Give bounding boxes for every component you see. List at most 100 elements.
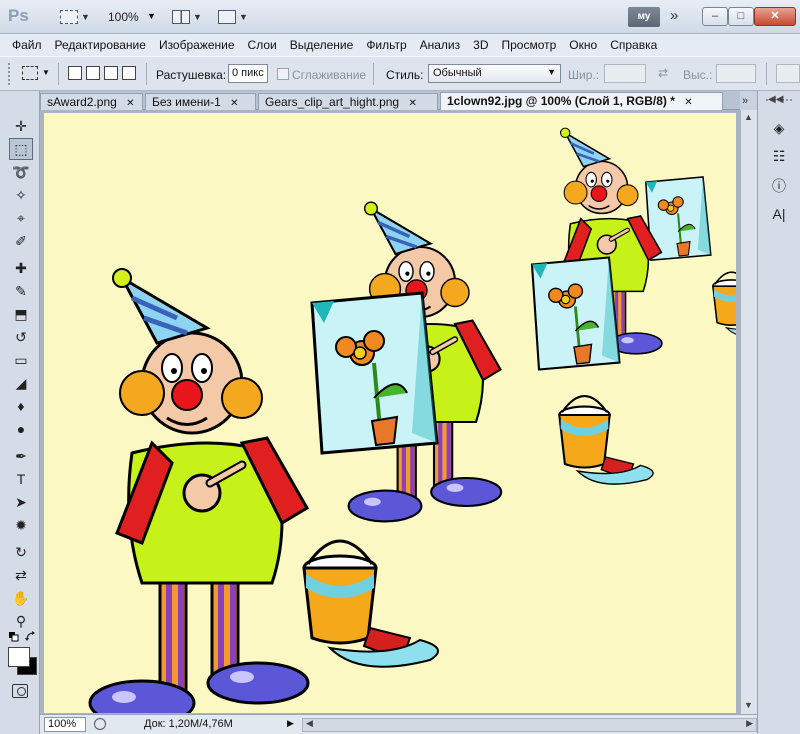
menu-view[interactable]: Просмотр (501, 38, 563, 52)
more-workspaces-chevron-icon[interactable]: » (670, 7, 679, 24)
tab-label: Без имени-1 (152, 95, 221, 109)
tool-brush[interactable]: ✎ (9, 280, 33, 302)
divider (58, 63, 59, 85)
paint-bucket-tool-icon: ◢ (15, 374, 27, 391)
divider (146, 63, 147, 85)
menu-3d[interactable]: 3D (473, 38, 495, 52)
tab-gears-clip-art[interactable]: Gears_clip_art_hight.png ✕ (258, 93, 438, 110)
clone-stamp-tool-icon: ⬒ (14, 305, 28, 322)
tab-untitled-1[interactable]: Без имени-1 ✕ (145, 93, 256, 110)
menu-select[interactable]: Выделение (290, 38, 361, 52)
tab-saward2[interactable]: sAward2.png ✕ (40, 93, 143, 110)
channels-panel-button[interactable]: ☷ (768, 145, 790, 167)
eraser-tool-icon: ▭ (14, 351, 28, 368)
tool-blur[interactable]: ♦ (9, 395, 33, 417)
tool-lasso[interactable]: ➰ (9, 161, 33, 183)
tool-healing-brush[interactable]: ✚ (9, 257, 33, 279)
tool-dodge[interactable]: ● (9, 418, 33, 440)
brush-tool-icon: ✎ (15, 282, 27, 299)
tab-1clown92[interactable]: 1clown92.jpg @ 100% (Слой 1, RGB/8) * ✕ (440, 92, 723, 110)
tool-3d-orbit[interactable]: ⇄ (9, 564, 33, 586)
close-button[interactable]: ✕ (754, 7, 796, 26)
character-panel-button[interactable]: A| (768, 203, 790, 225)
width-input[interactable] (604, 64, 646, 83)
menu-analysis[interactable]: Анализ (420, 38, 468, 52)
history-brush-tool-icon: ↺ (15, 328, 27, 345)
height-input[interactable] (716, 64, 756, 83)
zoom-level-select[interactable]: 100% (108, 10, 139, 24)
chevron-down-icon: ▼ (42, 68, 50, 77)
tool-pen[interactable]: ✒ (9, 445, 33, 467)
add-to-selection-icon[interactable] (86, 66, 100, 80)
ps-logo: Ps (8, 6, 29, 25)
refine-edge-button[interactable] (776, 64, 800, 83)
menu-image[interactable]: Изображение (159, 38, 242, 52)
tool-rect-marquee[interactable]: ⬚ (9, 138, 33, 160)
tool-eyedropper[interactable]: ✐ (9, 230, 33, 252)
menu-help[interactable]: Справка (610, 38, 664, 52)
screen-mode-button[interactable]: ▼ (218, 7, 248, 27)
style-select[interactable]: Обычный ▼ (428, 64, 561, 83)
tool-custom-shape[interactable]: ✹ (9, 514, 33, 536)
chevron-down-icon: ▼ (81, 12, 90, 22)
arrange-documents-button[interactable]: ▼ (172, 7, 202, 27)
menu-filter[interactable]: Фильтр (366, 38, 413, 52)
scroll-right-icon[interactable]: ▶ (746, 718, 753, 729)
style-select-value: Обычный (433, 67, 482, 79)
tool-preset-icon[interactable] (22, 66, 38, 80)
document-canvas[interactable] (44, 113, 736, 713)
tool-path-selection[interactable]: ➤ (9, 491, 33, 513)
launch-bridge-button[interactable]: ▼ (60, 7, 90, 27)
workspace-button[interactable]: му (628, 7, 660, 27)
subtract-from-selection-icon[interactable] (104, 66, 118, 80)
status-bar: 100% Док: 1,20M/4,76M ▶ ◀ ▶ (40, 714, 757, 734)
collapse-panels-icon[interactable]: ◀◀ (768, 94, 783, 105)
tool-history-brush[interactable]: ↺ (9, 326, 33, 348)
vertical-scrollbar[interactable]: ▲ ▼ (740, 110, 757, 714)
tool-type[interactable]: T (9, 468, 33, 490)
info-panel-button[interactable]: ⓘ (768, 175, 790, 197)
tool-clone-stamp[interactable]: ⬒ (9, 303, 33, 325)
scroll-down-icon[interactable]: ▼ (744, 700, 753, 710)
intersect-selection-icon[interactable] (122, 66, 136, 80)
feather-input[interactable]: 0 пикс (228, 64, 268, 83)
tool-zoom[interactable]: ⚲ (9, 610, 33, 632)
layers-panel-button[interactable]: ◈ (768, 117, 790, 139)
chevron-down-icon: ▼ (239, 12, 248, 22)
tool-hand[interactable]: ✋ (9, 587, 33, 609)
tool-eraser[interactable]: ▭ (9, 349, 33, 371)
tool-move[interactable]: ✛ (9, 115, 33, 137)
tool-paint-bucket[interactable]: ◢ (9, 372, 33, 394)
default-colors-icon[interactable] (9, 632, 19, 642)
swap-dimensions-icon[interactable]: ⇄ (658, 66, 668, 80)
tool-crop[interactable]: ⌖ (9, 207, 33, 229)
tool-magic-wand[interactable]: ✧ (9, 184, 33, 206)
close-tab-icon[interactable]: ✕ (126, 98, 134, 109)
maximize-button[interactable]: □ (728, 7, 754, 26)
status-menu-icon[interactable]: ▶ (287, 718, 294, 729)
new-selection-icon[interactable] (68, 66, 82, 80)
menu-edit[interactable]: Редактирование (55, 38, 153, 52)
status-info-icon[interactable] (94, 718, 106, 730)
menu-file[interactable]: Файл (12, 38, 49, 52)
tab-overflow-icon[interactable]: » (742, 95, 748, 107)
menu-window[interactable]: Окно (569, 38, 604, 52)
status-zoom-input[interactable]: 100% (44, 717, 86, 732)
crop-tool-icon: ⌖ (17, 209, 25, 226)
swap-colors-icon[interactable] (25, 631, 37, 643)
options-bar: ▼ Растушевка: 0 пикс Сглаживание Стиль: … (0, 56, 800, 91)
close-tab-icon[interactable]: ✕ (684, 97, 692, 108)
foreground-color-swatch[interactable] (8, 647, 30, 667)
antialias-checkbox[interactable] (277, 68, 289, 80)
clown-artwork (44, 113, 736, 713)
quick-mask-icon[interactable] (12, 684, 28, 698)
menu-layers[interactable]: Слои (248, 38, 284, 52)
scroll-up-icon[interactable]: ▲ (744, 112, 753, 122)
minimize-button[interactable]: – (702, 7, 728, 26)
horizontal-scrollbar[interactable]: ◀ ▶ (302, 718, 757, 732)
close-tab-icon[interactable]: ✕ (230, 98, 238, 109)
scroll-left-icon[interactable]: ◀ (306, 718, 313, 729)
options-grip[interactable] (8, 63, 11, 85)
tool-3d-rotate[interactable]: ↻ (9, 541, 33, 563)
close-tab-icon[interactable]: ✕ (408, 98, 416, 109)
